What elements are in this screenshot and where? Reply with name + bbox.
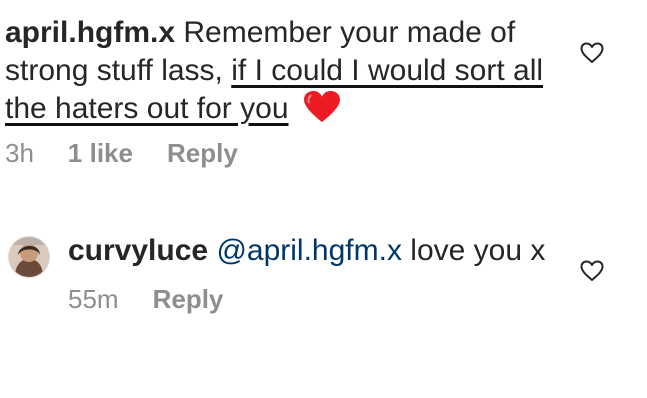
reply-button[interactable]: Reply [167, 138, 238, 169]
comment-username[interactable]: curvyluce [68, 234, 208, 267]
comment-meta: 3h 1 like Reply [5, 138, 565, 169]
avatar-image [9, 237, 49, 277]
heart-outline-icon[interactable] [580, 42, 604, 64]
comment-username[interactable]: april.hgfm.x [5, 16, 175, 49]
comment-text: love you x [410, 234, 546, 267]
comment-april: april.hgfm.x Remember your made of stron… [5, 14, 565, 169]
comment-timestamp: 55m [68, 284, 119, 314]
heart-outline-icon[interactable] [580, 260, 604, 282]
comment-body: curvyluce @april.hgfm.x love you x [68, 232, 568, 270]
avatar[interactable] [8, 236, 50, 278]
comment-mention[interactable]: @april.hgfm.x [216, 234, 402, 267]
comment-body: april.hgfm.x Remember your made of stron… [5, 14, 565, 128]
red-heart-emoji-icon [303, 90, 340, 123]
comment-like-count[interactable]: 1 like [68, 138, 133, 169]
comment-meta: 55m Reply [68, 284, 568, 315]
comment-curvyluce: curvyluce @april.hgfm.x love you x 55m R… [68, 232, 568, 315]
comment-timestamp: 3h [5, 138, 34, 168]
reply-button[interactable]: Reply [153, 284, 224, 315]
